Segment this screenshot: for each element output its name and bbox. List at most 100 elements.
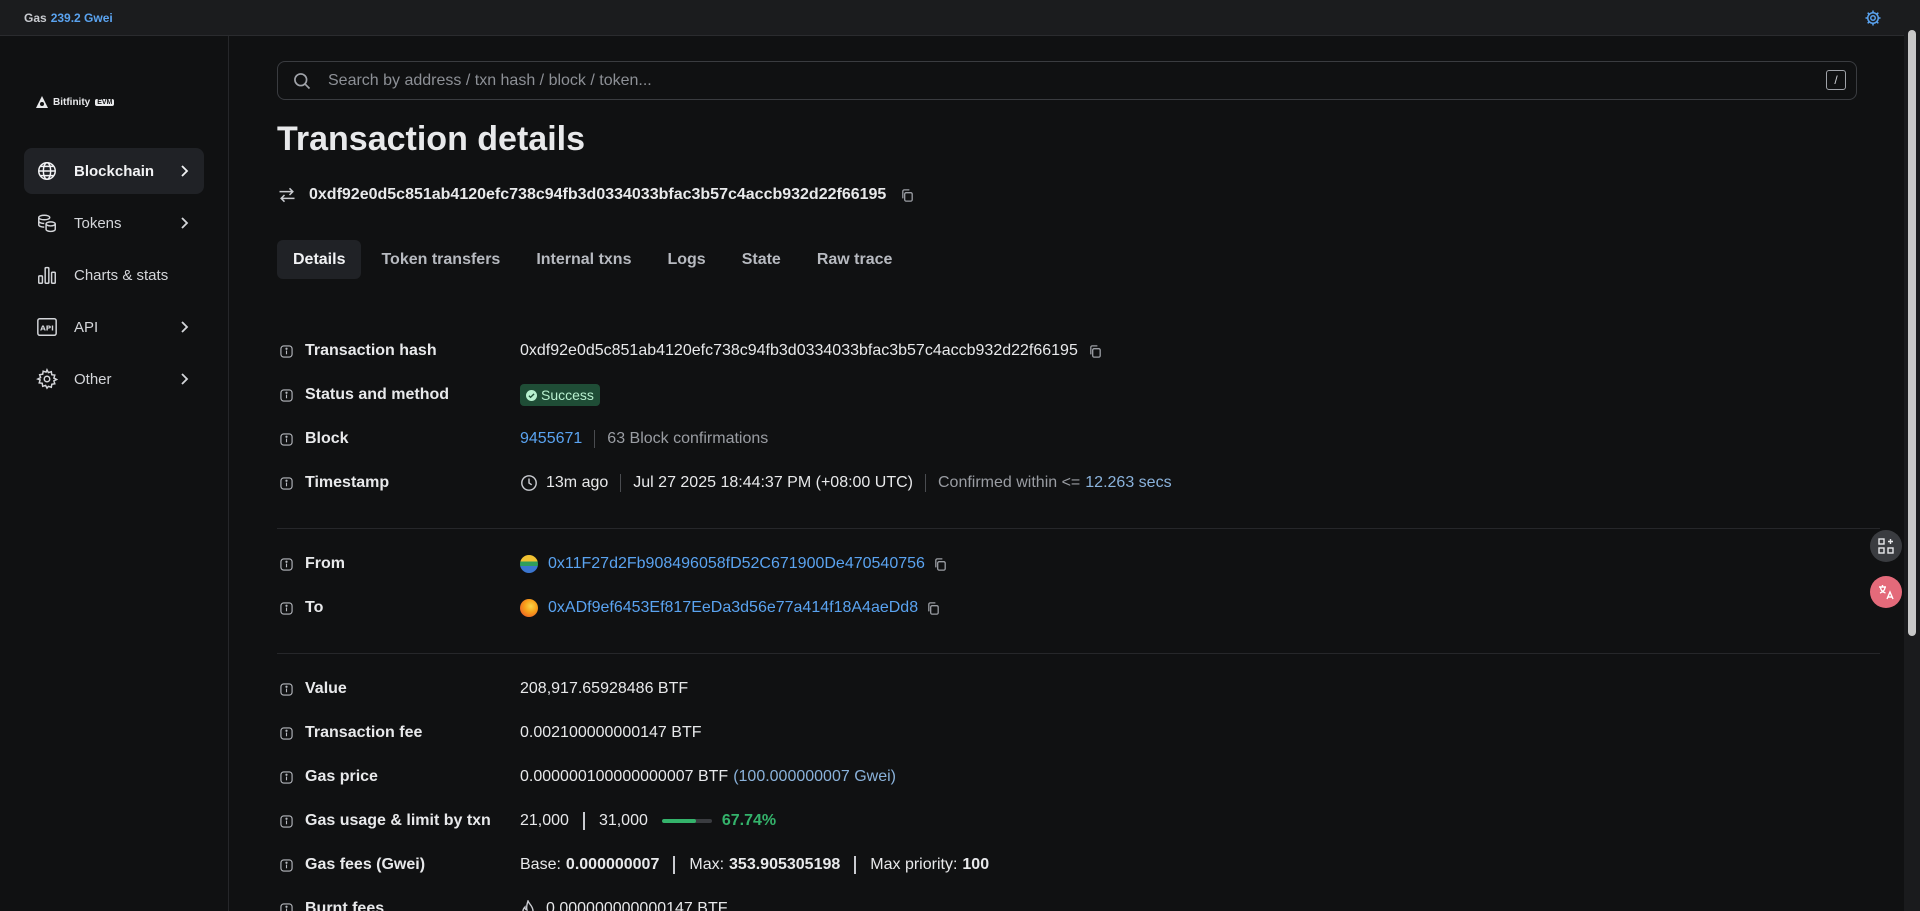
tab-raw-trace[interactable]: Raw trace xyxy=(801,240,909,279)
sidebar-item-api[interactable]: API API xyxy=(24,304,204,350)
detail-tabs: Details Token transfers Internal txns Lo… xyxy=(277,240,908,279)
section-divider xyxy=(277,653,1880,654)
tab-logs[interactable]: Logs xyxy=(651,240,721,279)
block-number-link[interactable]: 9455671 xyxy=(520,430,582,448)
sidebar-item-label: Charts & stats xyxy=(74,266,169,284)
sidebar-nav: Blockchain Tokens Charts & stats API API xyxy=(24,148,204,408)
detail-row-from: From 0x11F27d2Fb908496058fD52C671900De47… xyxy=(277,549,1880,579)
gas-label: Gas xyxy=(24,10,47,25)
coins-icon xyxy=(38,214,56,233)
bitfinity-logo[interactable]: Bitfinity EVM xyxy=(36,96,115,108)
separator xyxy=(582,812,585,830)
sidebar-item-label: Tokens xyxy=(74,214,122,232)
detail-value: 0.002100000000147 BTF xyxy=(520,724,701,742)
tab-details[interactable]: Details xyxy=(277,240,362,279)
chevron-right-icon xyxy=(181,217,189,229)
tab-internal-txns[interactable]: Internal txns xyxy=(520,240,647,279)
info-icon[interactable] xyxy=(280,602,293,615)
settings-gear-icon[interactable] xyxy=(1864,9,1882,27)
gas-limit: 31,000 xyxy=(598,812,648,829)
detail-row-transaction-fee: Transaction fee 0.002100000000147 BTF xyxy=(277,718,1880,748)
sidebar-item-tokens[interactable]: Tokens xyxy=(24,200,204,246)
copy-icon[interactable] xyxy=(900,188,915,203)
info-icon[interactable] xyxy=(280,859,293,872)
tab-state[interactable]: State xyxy=(726,240,797,279)
sidebar-item-charts-stats[interactable]: Charts & stats xyxy=(24,252,204,298)
detail-label: Gas usage & limit by txn xyxy=(305,812,491,829)
detail-label: Gas fees (Gwei) xyxy=(305,856,426,873)
search-shortcut-key: / xyxy=(1826,70,1846,90)
logo-text: Bitfinity xyxy=(53,96,91,108)
flame-icon xyxy=(522,900,534,911)
detail-row-block: Block 9455671 63 Block confirmations xyxy=(277,424,1880,454)
confirmed-within-label: Confirmed within <= xyxy=(937,474,1081,491)
translate-icon xyxy=(1879,585,1894,600)
detail-row-burnt-fees: Burnt fees 0.000000000000147 BTF xyxy=(277,894,1880,911)
confirmed-within-value: 12.263 secs xyxy=(1085,474,1172,491)
detail-label: Burnt fees xyxy=(305,900,385,911)
bitfinity-logo-icon xyxy=(36,96,48,108)
detail-value: 0.000000000000147 BTF xyxy=(520,900,727,911)
detail-value: Success xyxy=(520,384,600,406)
page-title: Transaction details xyxy=(277,120,585,158)
info-icon[interactable] xyxy=(280,683,293,696)
detail-value: 0xADf9ef6453Ef817EeDa3d56e77a414f18A4aeD… xyxy=(520,599,941,617)
gas-usage-percent: 67.74% xyxy=(721,812,777,829)
floating-translate-button[interactable] xyxy=(1870,576,1902,608)
info-icon[interactable] xyxy=(280,345,293,358)
block-confirmations: 63 Block confirmations xyxy=(607,430,769,447)
api-icon: API xyxy=(37,318,57,336)
detail-value: 0xdf92e0d5c851ab4120efc738c94fb3d0334033… xyxy=(520,342,1103,360)
copy-icon[interactable] xyxy=(1088,344,1103,359)
info-icon[interactable] xyxy=(280,903,293,911)
copy-icon[interactable] xyxy=(933,557,948,572)
sidebar-item-blockchain[interactable]: Blockchain xyxy=(24,148,204,194)
info-icon[interactable] xyxy=(280,815,293,828)
timestamp-ago: 13m ago xyxy=(546,474,609,491)
chevron-right-icon xyxy=(181,321,189,333)
info-icon[interactable] xyxy=(280,389,293,402)
status-text: Success xyxy=(541,387,594,403)
separator xyxy=(594,430,596,448)
gas-price-value[interactable]: 239.2 Gwei xyxy=(51,11,113,25)
tab-token-transfers[interactable]: Token transfers xyxy=(365,240,516,279)
detail-label: Transaction fee xyxy=(305,724,423,741)
detail-label: Value xyxy=(305,680,347,697)
info-icon[interactable] xyxy=(280,771,293,784)
gas-price-gwei: (100.000000007 Gwei) xyxy=(733,768,896,785)
to-address-avatar xyxy=(520,599,538,617)
copy-icon[interactable] xyxy=(926,601,941,616)
detail-row-gas-price: Gas price 0.000000100000000007 BTF (100.… xyxy=(277,762,1880,792)
search-bar[interactable]: / xyxy=(277,61,1857,100)
info-icon[interactable] xyxy=(280,477,293,490)
check-circle-icon xyxy=(526,389,537,401)
swap-arrows-icon xyxy=(279,187,295,203)
section-divider xyxy=(277,528,1880,529)
search-input[interactable] xyxy=(328,71,1728,90)
sidebar-item-label: Other xyxy=(74,370,112,388)
sidebar-item-other[interactable]: Other xyxy=(24,356,204,402)
sidebar: Bitfinity EVM Blockchain Tokens Charts &… xyxy=(0,36,229,911)
gas-fee-max-value: 353.905305198 xyxy=(729,856,841,873)
search-icon xyxy=(294,73,311,90)
gas-usage-progress-bar xyxy=(661,819,712,823)
transfer-value: 208,917.65928486 BTF xyxy=(520,680,689,697)
gear-icon xyxy=(36,368,58,390)
detail-row-gas-usage: Gas usage & limit by txn 21,000 31,000 6… xyxy=(277,806,1880,836)
floating-grid-button[interactable] xyxy=(1870,530,1902,562)
to-address-link[interactable]: 0xADf9ef6453Ef817EeDa3d56e77a414f18A4aeD… xyxy=(548,599,918,617)
detail-row-value: Value 208,917.65928486 BTF xyxy=(277,674,1880,704)
detail-label: To xyxy=(305,599,324,616)
separator xyxy=(620,474,622,492)
scrollbar-thumb[interactable] xyxy=(1908,30,1916,636)
detail-value: 208,917.65928486 BTF xyxy=(520,680,688,698)
info-icon[interactable] xyxy=(280,558,293,571)
info-icon[interactable] xyxy=(280,433,293,446)
detail-value: 9455671 63 Block confirmations xyxy=(520,430,768,448)
gas-used: 21,000 xyxy=(520,812,569,829)
detail-label: From xyxy=(305,555,345,572)
info-icon[interactable] xyxy=(280,727,293,740)
transaction-hash-header: 0xdf92e0d5c851ab4120efc738c94fb3d0334033… xyxy=(277,185,915,205)
from-address-link[interactable]: 0x11F27d2Fb908496058fD52C671900De4705407… xyxy=(548,555,925,573)
transaction-fee-value: 0.002100000000147 BTF xyxy=(520,724,702,741)
